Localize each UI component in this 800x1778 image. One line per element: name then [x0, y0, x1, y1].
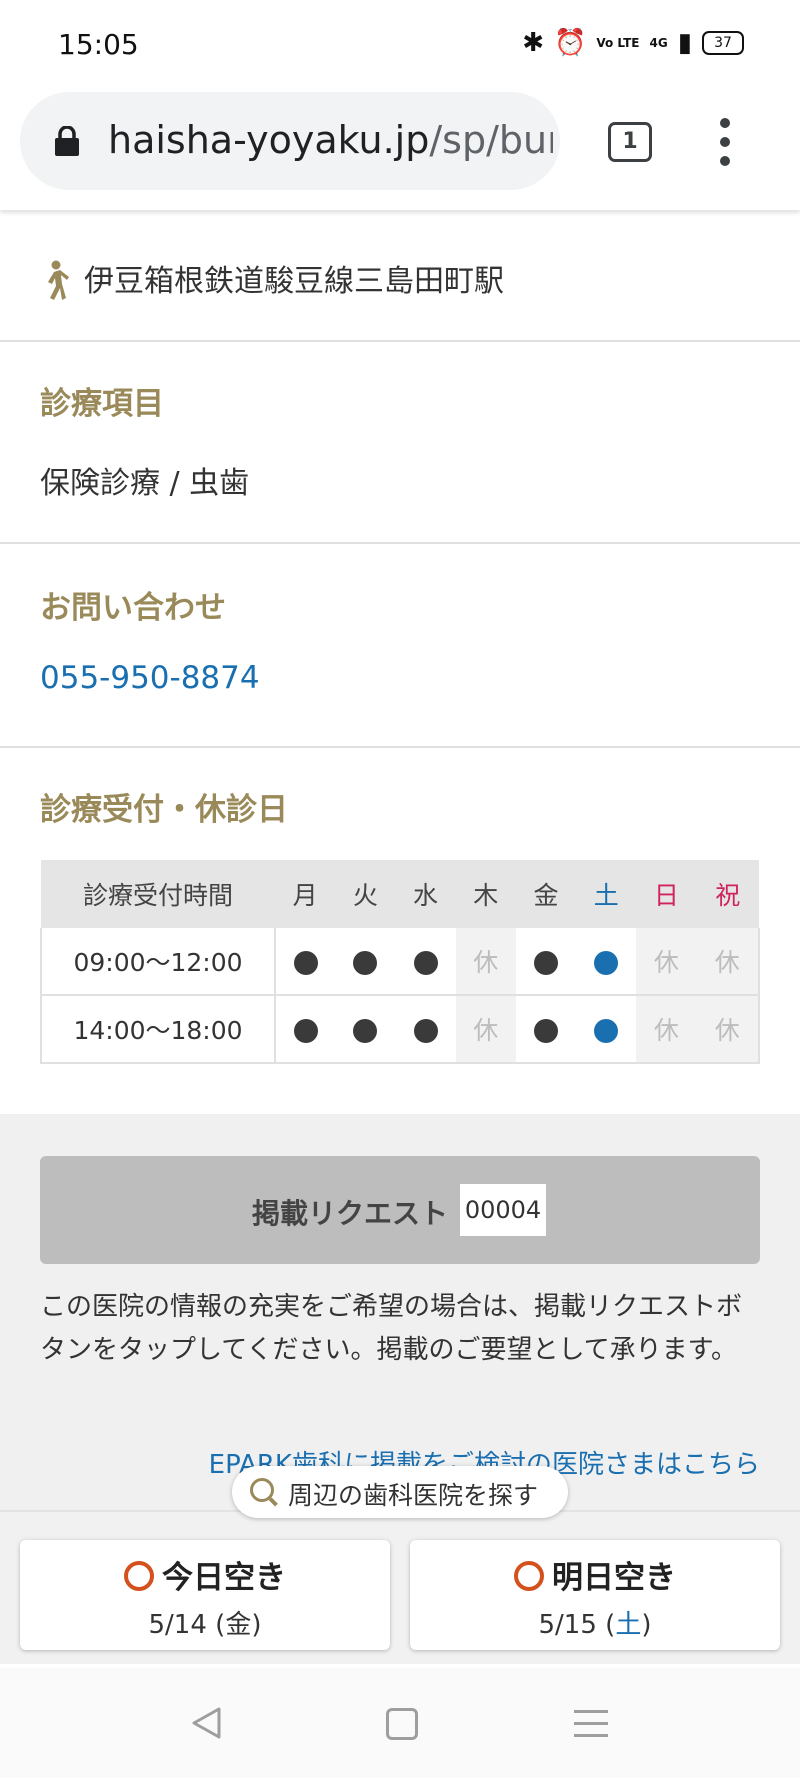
status-icons: ✱ ⏰ Vo LTE 4G ▮ 37 — [522, 30, 744, 56]
today-date: 5/14 — [148, 1610, 207, 1640]
open-cell — [515, 995, 577, 1064]
medical-menu-title: 診療項目 — [40, 386, 164, 422]
tab-switcher-button[interactable]: 1 — [608, 122, 652, 162]
open-dot-icon — [594, 950, 619, 975]
lock-icon — [55, 126, 79, 156]
open-dot-icon — [533, 950, 558, 975]
contact-title: お問い合わせ — [40, 590, 226, 626]
open-dot-icon — [594, 1018, 619, 1043]
status-bar: 15:05 ✱ ⏰ Vo LTE 4G ▮ 37 — [0, 0, 800, 90]
system-nav-bar — [0, 1668, 800, 1778]
open-dot-icon — [353, 1018, 378, 1043]
tomorrow-availability-button[interactable]: 明日空き 5/15 (土) — [410, 1540, 780, 1650]
open-cell — [335, 928, 396, 996]
battery-icon: 37 — [702, 31, 744, 55]
header-day-holiday: 祝 — [696, 860, 759, 928]
circle-icon — [124, 1561, 154, 1591]
today-availability-button[interactable]: 今日空き 5/14 (金) — [20, 1540, 390, 1650]
schedule-header-row: 診療受付時間 月 火 水 木 金 土 日 祝 — [41, 860, 759, 928]
more-menu-icon[interactable] — [720, 118, 732, 166]
alarm-icon: ⏰ — [554, 28, 587, 58]
walk-icon — [48, 260, 69, 300]
closed-cell: 休 — [455, 995, 516, 1064]
open-cell — [275, 928, 336, 996]
today-title-row: 今日空き — [20, 1552, 390, 1597]
open-dot-icon — [533, 1018, 558, 1043]
browser-toolbar: haisha-yoyaku.jp/sp/bur 1 — [0, 90, 800, 210]
open-cell — [335, 995, 396, 1064]
closed-cell: 休 — [636, 928, 697, 996]
open-dot-icon — [293, 1018, 318, 1043]
schedule-row: 09:00〜12:00 休休休 — [40, 928, 761, 996]
header-day: 金 — [515, 860, 577, 928]
medical-menu-section: 診療項目 保険診療 / 虫歯 — [0, 342, 800, 544]
search-nearby-label: 周辺の歯科医院を探す — [288, 1481, 539, 1510]
phone-link[interactable]: 055-950-8874 — [40, 660, 260, 696]
search-icon — [250, 1478, 274, 1502]
schedule-row: 14:00〜18:00 休休休 — [40, 995, 761, 1064]
header-day: 水 — [395, 860, 456, 928]
header-day-saturday: 土 — [576, 860, 637, 928]
header-day-sunday: 日 — [636, 860, 697, 928]
today-dow: 金 — [225, 1610, 252, 1640]
today-title: 今日空き — [162, 1560, 286, 1596]
tomorrow-dow: 土 — [615, 1610, 642, 1640]
open-dot-icon — [293, 950, 318, 975]
availability-bar: 今日空き 5/14 (金) 明日空き 5/15 (土) — [0, 1510, 800, 1662]
open-cell — [395, 928, 456, 996]
station-row: 伊豆箱根鉄道駿豆線三島田町駅 — [0, 210, 800, 342]
search-nearby-button[interactable]: 周辺の歯科医院を探す — [232, 1466, 568, 1518]
circle-icon — [514, 1561, 544, 1591]
open-cell — [275, 995, 336, 1064]
url-host: haisha-yoyaku.jp — [108, 118, 430, 162]
url-text[interactable]: haisha-yoyaku.jp/sp/bur — [108, 118, 553, 162]
closed-cell: 休 — [455, 928, 516, 996]
listing-request-button[interactable]: 掲載リクエスト 00004 — [40, 1156, 760, 1264]
header-day: 月 — [275, 860, 336, 928]
schedule-section: 診療受付・休診日 診療受付時間 月 火 水 木 金 土 日 祝 09:00〜12… — [0, 748, 800, 1112]
schedule-table: 診療受付時間 月 火 水 木 金 土 日 祝 09:00〜12:00 休休休 14:… — [40, 860, 761, 1064]
network-type: 4G — [649, 36, 668, 50]
recents-icon[interactable] — [574, 1710, 608, 1746]
open-cell — [576, 928, 637, 996]
status-time: 15:05 — [58, 28, 139, 61]
medical-menu-value: 保険診療 / 虫歯 — [40, 466, 250, 501]
schedule-time: 14:00〜18:00 — [40, 995, 276, 1064]
tomorrow-date: 5/15 — [538, 1610, 597, 1640]
home-icon[interactable] — [386, 1708, 418, 1740]
header-time: 診療受付時間 — [41, 860, 275, 928]
header-day: 木 — [455, 860, 516, 928]
request-label: 掲載リクエスト — [252, 1197, 449, 1230]
closed-cell: 休 — [696, 995, 761, 1064]
open-dot-icon — [353, 950, 378, 975]
request-count: 00004 — [460, 1184, 546, 1236]
tomorrow-title: 明日空き — [552, 1560, 676, 1596]
station-name: 伊豆箱根鉄道駿豆線三島田町駅 — [84, 264, 504, 299]
request-description: この医院の情報の充実をご希望の場合は、掲載リクエストボタンをタップしてください。… — [40, 1292, 743, 1365]
url-path: /sp/bur — [429, 118, 553, 162]
open-dot-icon — [413, 1018, 438, 1043]
schedule-time: 09:00〜12:00 — [40, 928, 276, 996]
open-dot-icon — [413, 950, 438, 975]
closed-cell: 休 — [696, 928, 761, 996]
schedule-title: 診療受付・休診日 — [40, 792, 288, 828]
open-cell — [515, 928, 577, 996]
volte-icon: Vo LTE — [596, 36, 640, 50]
tomorrow-date-row: 5/15 (土) — [538, 1610, 652, 1640]
closed-cell: 休 — [636, 995, 697, 1064]
open-cell — [576, 995, 637, 1064]
today-date-row: 5/14 (金) — [148, 1610, 262, 1640]
back-icon[interactable] — [190, 1706, 222, 1740]
open-cell — [395, 995, 456, 1064]
tomorrow-title-row: 明日空き — [410, 1552, 780, 1597]
header-day: 火 — [335, 860, 396, 928]
signal-icon: ▮ — [677, 28, 692, 58]
contact-section: お問い合わせ 055-950-8874 — [0, 544, 800, 748]
address-bar[interactable]: haisha-yoyaku.jp/sp/bur — [20, 92, 560, 190]
bluetooth-icon: ✱ — [522, 28, 544, 58]
